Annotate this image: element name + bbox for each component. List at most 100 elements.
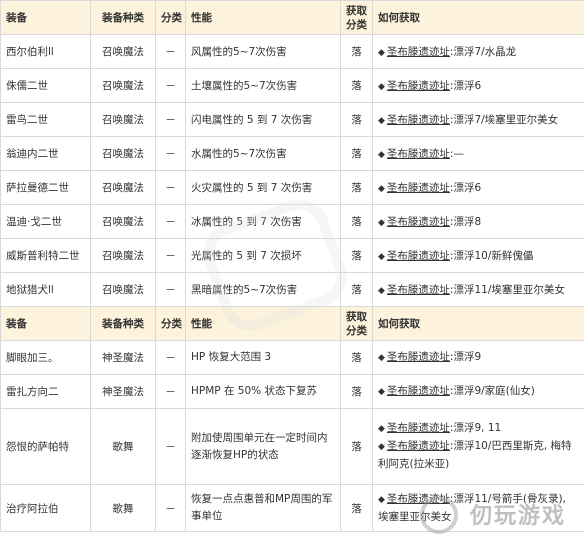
watermark-text: 仞玩游戏 — [469, 504, 566, 529]
table-cell: 脚眼加三。 — [0, 340, 91, 375]
table-cell: ◆ 圣布滕遗迹址:漂浮10/新鲜傀儡 — [372, 238, 584, 273]
acquire-detail: :— — [449, 148, 464, 160]
bullet-icon: ◆ — [378, 48, 385, 58]
location-link[interactable]: 圣布滕遗迹址 — [387, 385, 450, 397]
table-cell: ◆ 圣布滕遗迹址:漂浮9/家庭(仙女) — [372, 374, 584, 409]
table-cell: － — [155, 340, 186, 375]
table-cell: 雷鸟二世 — [0, 102, 91, 137]
table-cell: － — [155, 34, 186, 69]
table-cell: HPMP 在 50% 状态下复苏 — [185, 374, 341, 409]
table-cell: 雷扎方向二 — [0, 374, 91, 409]
table-row: 怨恨的萨帕特 歌舞－附加使周围单元在一定时间内逐渐恢复HP的状态落 ◆ 圣布滕遗迹址:… — [0, 408, 584, 485]
table-cell: ◆ 圣布滕遗迹址:漂浮9, 11 ◆ 圣布滕遗迹址:漂浮10/巴西里斯克, 梅特利阿克… — [372, 408, 584, 485]
table-cell: 歌舞 — [90, 408, 156, 485]
table-cell: 治疗阿拉伯 — [0, 484, 91, 532]
table-cell: 萨拉曼德二世 — [0, 170, 91, 205]
table-cell: 水属性的5~7次伤害 — [185, 136, 341, 171]
column-header: 获取分类 — [340, 306, 373, 341]
bullet-icon: ◆ — [378, 184, 385, 194]
table-cell: － — [155, 272, 186, 307]
table-cell: ◆ 圣布滕遗迹址:漂浮7/水晶龙 — [372, 34, 584, 69]
acquire-line: ◆ 圣布滕遗迹址:漂浮9, 11 — [378, 420, 579, 438]
table-cell: 火灾属性的 5 到 7 次伤害 — [185, 170, 341, 205]
table-cell: 怨恨的萨帕特 — [0, 408, 91, 485]
acquire-detail: :漂浮11/埃塞里亚尔美女 — [449, 284, 565, 296]
table-cell: ◆ 圣布滕遗迹址:漂浮6 — [372, 68, 584, 103]
acquire-line: ◆ 圣布滕遗迹址:漂浮7/水晶龙 — [378, 44, 579, 59]
acquire-line: ◆ 圣布滕遗迹址:漂浮9 — [378, 349, 579, 367]
acquire-line: ◆ 圣布滕遗迹址:漂浮10/巴西里斯克, 梅特利阿克(拉米亚) — [378, 438, 579, 473]
acquire-detail: :漂浮6 — [449, 80, 482, 92]
table-cell: － — [155, 374, 186, 409]
table-cell: 落 — [340, 68, 373, 103]
table-cell: ◆ 圣布滕遗迹址:漂浮6 — [372, 170, 584, 205]
bullet-icon: ◆ — [378, 286, 385, 296]
bullet-icon: ◆ — [378, 442, 385, 452]
location-link[interactable]: 圣布滕遗迹址 — [387, 250, 450, 262]
column-header: 获取分类 — [340, 0, 373, 35]
table-cell: 落 — [340, 374, 373, 409]
table-cell: － — [155, 408, 186, 485]
bullet-icon: ◆ — [378, 352, 385, 363]
column-header: 性能 — [185, 0, 341, 35]
location-link[interactable]: 圣布滕遗迹址 — [387, 284, 450, 296]
table-cell: 闪电属性的 5 到 7 次伤害 — [185, 102, 341, 137]
table-cell: 落 — [340, 34, 373, 69]
table-cell: 落 — [340, 136, 373, 171]
acquire-line: ◆ 圣布滕遗迹址:漂浮7/埃塞里亚尔美女 — [378, 112, 579, 127]
table-cell: － — [155, 238, 186, 273]
column-header: 装备 — [0, 306, 91, 341]
location-link[interactable]: 圣布滕遗迹址 — [387, 440, 450, 452]
bullet-icon: ◆ — [378, 116, 385, 126]
location-link[interactable]: 圣布滕遗迹址 — [387, 351, 450, 363]
table-cell: 风属性的5~7次伤害 — [185, 34, 341, 69]
table-cell: － — [155, 204, 186, 239]
table-cell: 召唤魔法 — [90, 204, 156, 239]
bullet-icon: ◆ — [378, 150, 385, 160]
acquire-detail: :漂浮8 — [449, 216, 482, 228]
bullet-icon: ◆ — [378, 252, 385, 262]
acquire-line: ◆ 圣布滕遗迹址:— — [378, 146, 579, 161]
location-link[interactable]: 圣布滕遗迹址 — [387, 114, 450, 126]
table-cell: 恢复一点点惠普和MP周围的军事单位 — [185, 484, 341, 532]
table-cell: ◆ 圣布滕遗迹址:漂浮8 — [372, 204, 584, 239]
location-link[interactable]: 圣布滕遗迹址 — [387, 422, 450, 434]
bullet-icon: ◆ — [378, 82, 385, 92]
table-cell: 落 — [340, 484, 373, 532]
table-cell: HP 恢复大范围 3 — [185, 340, 341, 375]
table-cell: － — [155, 484, 186, 532]
table-cell: 落 — [340, 204, 373, 239]
table-row: 雷鸟二世 召唤魔法－闪电属性的 5 到 7 次伤害落 ◆ 圣布滕遗迹址:漂浮7/埃塞里… — [0, 102, 584, 137]
acquire-line: ◆ 圣布滕遗迹址:漂浮9/家庭(仙女) — [378, 383, 579, 401]
location-link[interactable]: 圣布滕遗迹址 — [387, 216, 450, 228]
acquire-detail: :漂浮9/家庭(仙女) — [449, 384, 535, 397]
bullet-icon: ◆ — [378, 424, 385, 434]
acquire-line: ◆ 圣布滕遗迹址:漂浮6 — [378, 180, 579, 195]
table-cell: 土壤属性的5~7次伤害 — [185, 68, 341, 103]
acquire-line: ◆ 圣布滕遗迹址:漂浮6 — [378, 78, 579, 93]
table-cell: － — [155, 68, 186, 103]
table-cell: ◆ 圣布滕遗迹址:漂浮11/埃塞里亚尔美女 — [372, 272, 584, 307]
column-header: 如何获取 — [372, 306, 584, 341]
acquire-detail: :漂浮6 — [449, 182, 482, 194]
table-cell: 翁迪内二世 — [0, 136, 91, 171]
location-link[interactable]: 圣布滕遗迹址 — [387, 148, 450, 160]
table-cell: 附加使周围单元在一定时间内逐渐恢复HP的状态 — [185, 408, 341, 485]
table-cell: 落 — [340, 170, 373, 205]
table-cell: 地狱猎犬ll — [0, 272, 91, 307]
bullet-icon: ◆ — [378, 494, 385, 505]
table-cell: 落 — [340, 102, 373, 137]
table-cell: 召唤魔法 — [90, 102, 156, 137]
column-header: 装备种类 — [90, 306, 156, 341]
location-link[interactable]: 圣布滕遗迹址 — [387, 182, 450, 194]
table-cell: － — [155, 136, 186, 171]
bullet-icon: ◆ — [378, 386, 385, 397]
location-link[interactable]: 圣布滕遗迹址 — [387, 46, 450, 58]
table-header-row: 装备 装备种类 分类 性能 获取分类 如何获取 — [0, 0, 584, 35]
location-link[interactable]: 圣布滕遗迹址 — [387, 80, 450, 92]
table-cell: － — [155, 102, 186, 137]
table-cell: 歌舞 — [90, 484, 156, 532]
watermark-logo-icon — [420, 496, 458, 534]
table-cell: 威斯普利特二世 — [0, 238, 91, 273]
table-row: 脚眼加三。 神圣魔法－ HP 恢复大范围 3 落 ◆ 圣布滕遗迹址:漂浮9 — [0, 340, 584, 375]
